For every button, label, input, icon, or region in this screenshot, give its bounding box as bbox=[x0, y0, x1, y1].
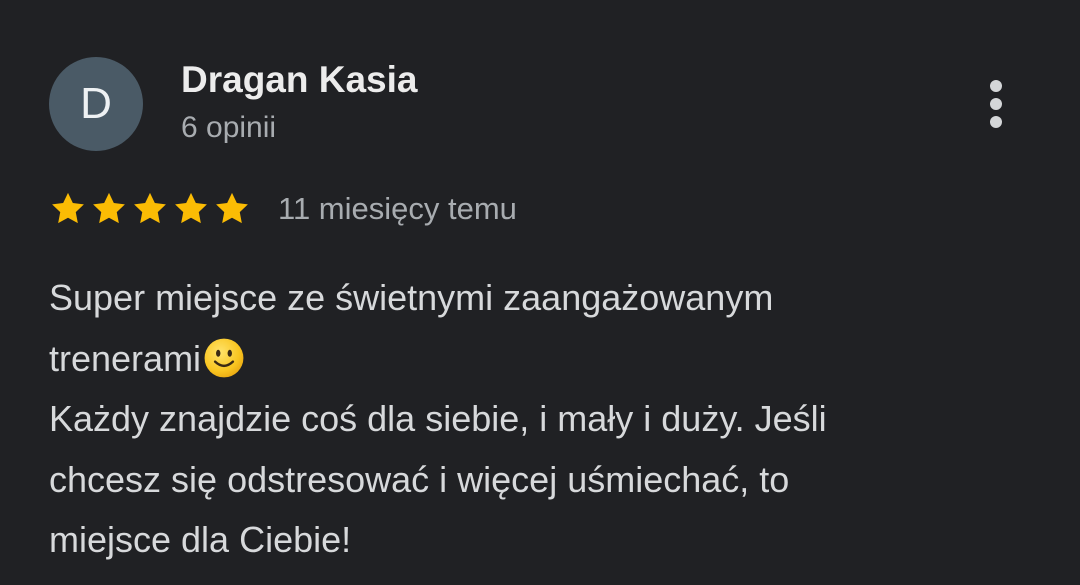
review-text-line: miejsce dla Ciebie! bbox=[49, 519, 352, 560]
star-icon bbox=[216, 192, 248, 224]
review-text-line: Każdy znajdzie coś dla siebie, i mały i … bbox=[49, 398, 827, 439]
review-text-line: chcesz się odstresować i więcej uśmiecha… bbox=[49, 458, 790, 500]
review-text-line: Super miejsce ze świetnymi zaangażowanym bbox=[49, 277, 774, 318]
more-vertical-icon bbox=[990, 80, 1002, 92]
reviewer-name[interactable]: Dragan Kasia bbox=[181, 58, 418, 102]
star-icon bbox=[175, 192, 207, 224]
review-text[interactable]: Super miejsce ze świetnymi zaangażowanym… bbox=[49, 268, 1009, 571]
star-rating bbox=[49, 190, 251, 228]
more-vertical-icon-dot bbox=[990, 116, 1002, 128]
smiling-face-icon bbox=[204, 338, 244, 377]
review-text-line: trenerami bbox=[49, 337, 202, 379]
avatar-letter: D bbox=[80, 79, 112, 128]
star-icon bbox=[52, 192, 84, 224]
review-date: 11 miesięcy temu bbox=[278, 191, 517, 226]
review-count[interactable]: 6 opinii bbox=[181, 108, 276, 148]
more-options-button[interactable] bbox=[968, 70, 1024, 138]
star-icon bbox=[93, 192, 125, 224]
more-vertical-icon-dot bbox=[990, 98, 1002, 110]
avatar[interactable]: D bbox=[49, 57, 143, 151]
review-card: D Dragan Kasia 6 opinii 11 miesięcy temu… bbox=[0, 0, 1080, 585]
review-text-line-with-emoji: trenerami bbox=[49, 329, 1009, 390]
star-icon bbox=[134, 192, 166, 224]
